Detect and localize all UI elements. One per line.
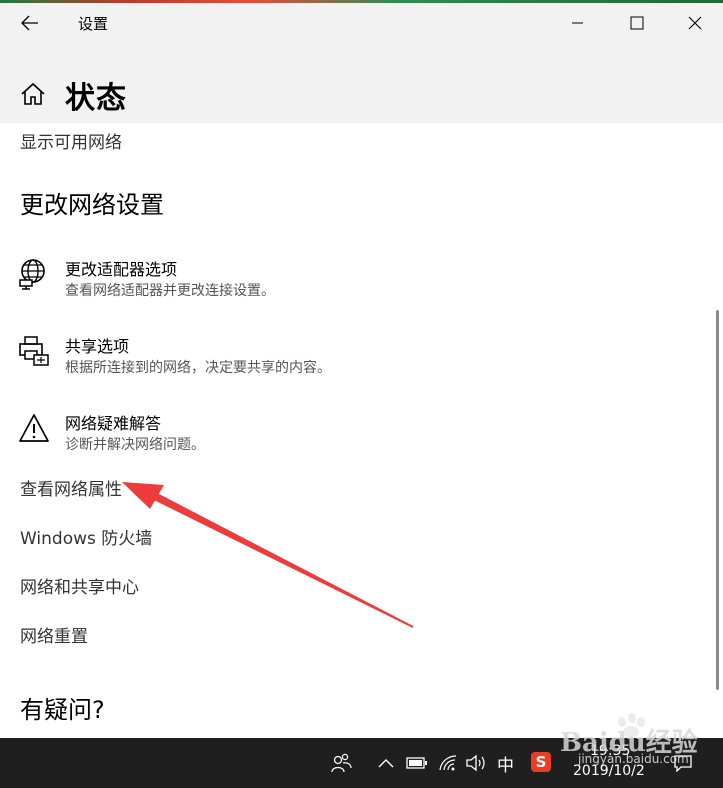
annotation-arrow: [122, 482, 414, 628]
people-icon[interactable]: [328, 750, 354, 776]
chevron-up-icon[interactable]: [373, 750, 399, 776]
battery-icon[interactable]: [404, 750, 430, 776]
sogou-ime-icon[interactable]: S: [531, 752, 551, 772]
wifi-icon[interactable]: [435, 750, 461, 776]
ime-indicator[interactable]: 中: [497, 751, 514, 776]
watermark-url: jingyan.baidu.com: [578, 752, 689, 766]
volume-icon[interactable]: [463, 750, 489, 776]
